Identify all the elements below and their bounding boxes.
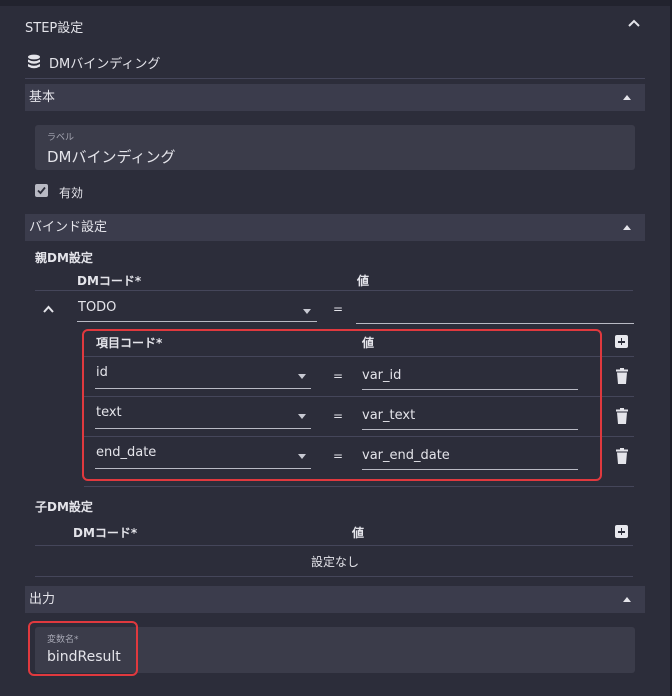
label-field[interactable]: ラベル DMバインディング	[35, 125, 635, 170]
basic-section-header[interactable]: 基本	[25, 84, 645, 111]
step-settings-title: STEP設定	[25, 21, 84, 36]
enabled-label: 有効	[59, 186, 84, 200]
child-empty-text: 設定なし	[311, 555, 360, 569]
add-item-button[interactable]	[615, 335, 628, 348]
collapse-bind-icon[interactable]	[623, 225, 631, 230]
parent-code-dropdown-icon[interactable]	[303, 309, 311, 314]
bind-section-title: バインド設定	[29, 220, 108, 235]
variable-name-highlight	[28, 621, 138, 676]
collapse-output-icon[interactable]	[623, 597, 631, 602]
parent-value-input[interactable]	[356, 323, 634, 324]
child-dm-title: 子DM設定	[35, 500, 93, 514]
add-child-dm-button[interactable]	[615, 525, 628, 538]
divider	[35, 290, 633, 291]
delete-item-trash-icon[interactable]	[616, 448, 628, 464]
basic-section-title: 基本	[29, 90, 56, 105]
child-value-header: 値	[352, 526, 365, 540]
delete-item-trash-icon[interactable]	[616, 408, 628, 424]
collapse-step-chevron-icon[interactable]	[628, 19, 640, 27]
parent-equals: =	[333, 302, 344, 316]
bind-section-header[interactable]: バインド設定	[25, 214, 645, 241]
divider	[84, 486, 634, 487]
enabled-checkbox[interactable]	[35, 184, 48, 197]
parent-code-header: DMコード*	[77, 274, 142, 288]
parent-code-value: TODO	[78, 300, 117, 315]
collapse-parent-chevron-icon[interactable]	[43, 305, 54, 313]
output-section-title: 出力	[29, 592, 56, 607]
label-field-label: ラベル	[47, 133, 75, 143]
parent-dm-title: 親DM設定	[35, 251, 93, 265]
node-title: DMバインディング	[49, 57, 161, 72]
top-strip	[0, 0, 672, 6]
collapse-basic-icon[interactable]	[623, 95, 631, 100]
item-mapping-highlight	[82, 329, 602, 481]
divider	[35, 576, 633, 577]
database-icon	[28, 54, 40, 69]
output-section-header[interactable]: 出力	[25, 586, 645, 613]
child-code-header: DMコード*	[73, 526, 138, 540]
parent-code-select[interactable]	[77, 321, 317, 322]
label-field-value: DMバインディング	[47, 148, 176, 166]
delete-item-trash-icon[interactable]	[616, 368, 628, 384]
divider	[35, 545, 633, 546]
divider	[25, 78, 645, 79]
parent-value-header: 値	[357, 274, 370, 288]
